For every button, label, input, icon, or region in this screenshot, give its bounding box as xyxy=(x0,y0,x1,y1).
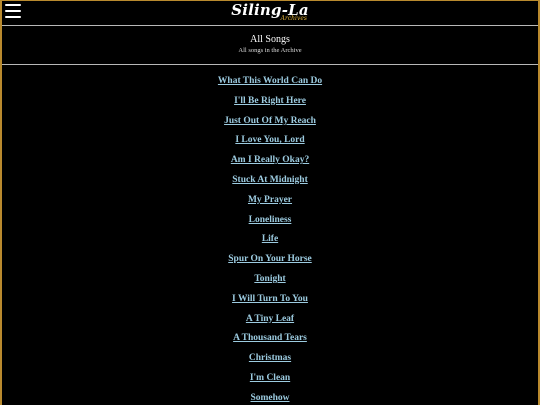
song-link[interactable]: A Thousand Tears xyxy=(233,333,307,343)
list-item: I Love You, Lord xyxy=(2,128,538,148)
list-item: Life xyxy=(2,227,538,247)
list-item: Somehow xyxy=(2,386,538,405)
logo-subtext: Archives xyxy=(280,15,307,22)
list-item: Loneliness xyxy=(2,208,538,228)
list-item: I'll Be Right Here xyxy=(2,89,538,109)
song-link[interactable]: Tonight xyxy=(254,274,285,284)
list-item: A Thousand Tears xyxy=(2,326,538,346)
top-bar: Siling-La Archives xyxy=(2,1,538,25)
song-link[interactable]: Christmas xyxy=(249,353,291,363)
song-link[interactable]: Am I Really Okay? xyxy=(231,155,309,165)
list-item: Just Out Of My Reach xyxy=(2,109,538,129)
site-logo[interactable]: Siling-La Archives xyxy=(230,1,310,25)
page-frame: Siling-La Archives All Songs All songs i… xyxy=(0,0,540,405)
song-link[interactable]: Spur On Your Horse xyxy=(228,254,312,264)
song-link[interactable]: I Love You, Lord xyxy=(235,135,304,145)
page-subtitle: All songs in the Archive xyxy=(238,47,302,54)
song-link[interactable]: I Will Turn To You xyxy=(232,294,308,304)
list-item: Christmas xyxy=(2,346,538,366)
list-item: What This World Can Do xyxy=(2,69,538,89)
page-title: All Songs xyxy=(250,34,290,45)
song-link[interactable]: My Prayer xyxy=(248,195,292,205)
section-header: All Songs All songs in the Archive xyxy=(2,26,538,64)
list-item: Tonight xyxy=(2,267,538,287)
song-link[interactable]: Life xyxy=(262,234,278,244)
song-link[interactable]: I'll Be Right Here xyxy=(234,96,306,106)
song-link[interactable]: What This World Can Do xyxy=(218,76,322,86)
song-link[interactable]: Stuck At Midnight xyxy=(232,175,308,185)
list-item: Stuck At Midnight xyxy=(2,168,538,188)
song-link[interactable]: A Tiny Leaf xyxy=(246,314,294,324)
list-item: Spur On Your Horse xyxy=(2,247,538,267)
hamburger-menu-icon[interactable] xyxy=(5,4,21,18)
list-item: My Prayer xyxy=(2,188,538,208)
song-link[interactable]: Somehow xyxy=(250,393,289,403)
list-item: I Will Turn To You xyxy=(2,287,538,307)
song-link[interactable]: Just Out Of My Reach xyxy=(224,116,316,126)
list-item: I'm Clean xyxy=(2,366,538,386)
song-list: What This World Can Do I'll Be Right Here… xyxy=(2,69,538,405)
list-item: Am I Really Okay? xyxy=(2,148,538,168)
song-link[interactable]: I'm Clean xyxy=(250,373,290,383)
song-link[interactable]: Loneliness xyxy=(249,215,292,225)
list-item: A Tiny Leaf xyxy=(2,307,538,327)
